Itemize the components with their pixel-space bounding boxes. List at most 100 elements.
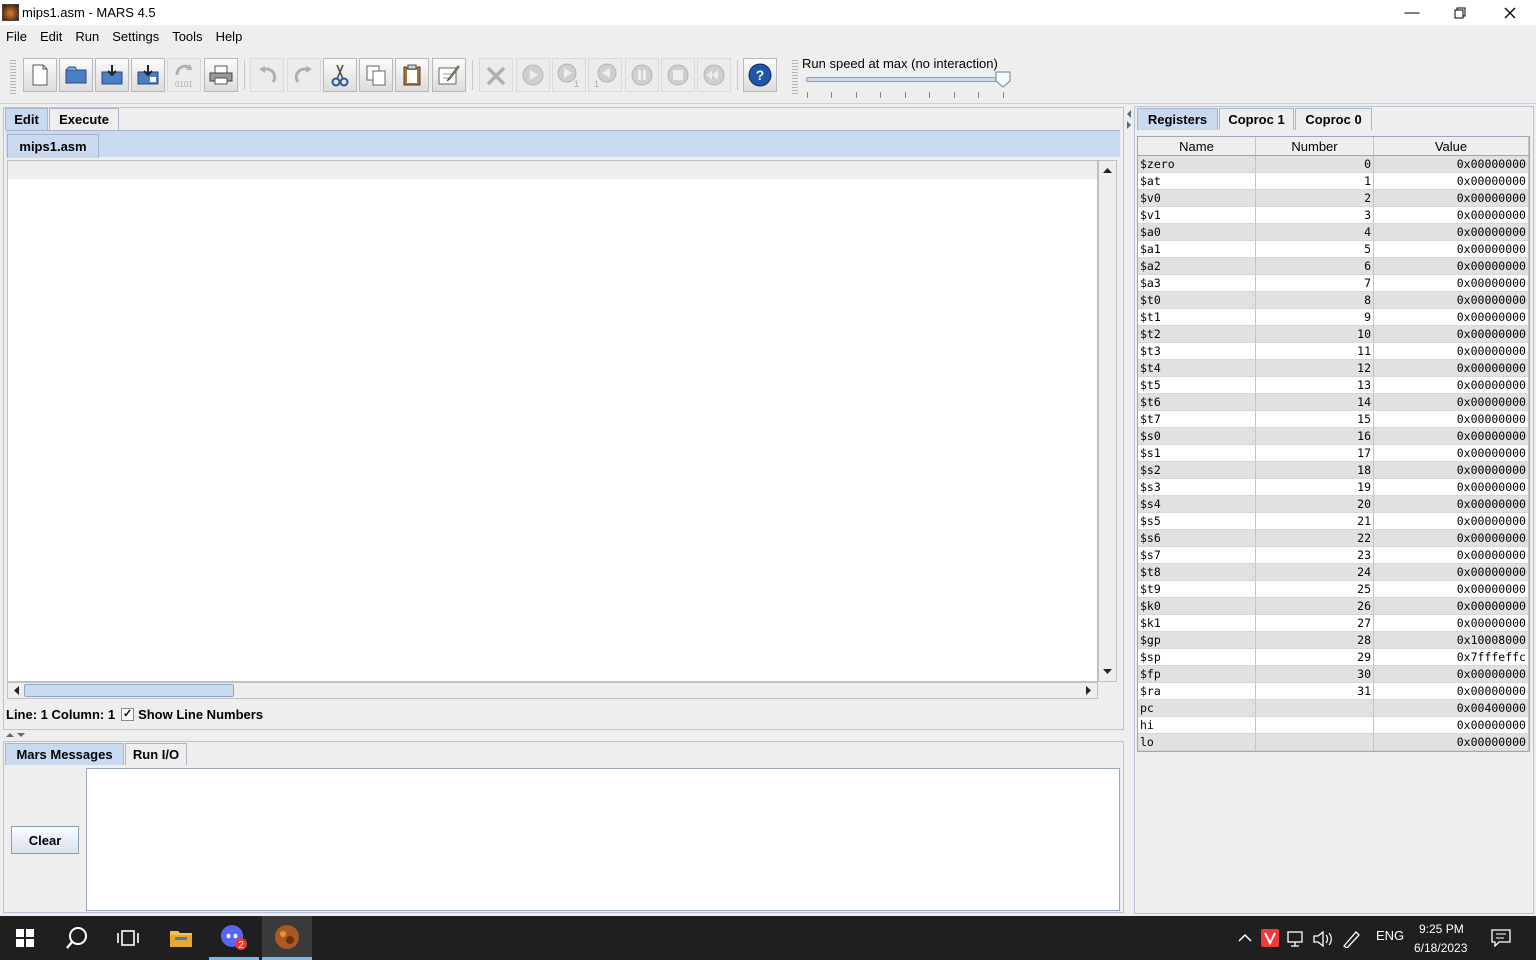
register-value[interactable]: 0x00000000 bbox=[1374, 513, 1529, 530]
clock-time[interactable]: 9:25 PM bbox=[1419, 922, 1464, 936]
register-value[interactable]: 0x00000000 bbox=[1374, 717, 1529, 734]
pen-icon[interactable] bbox=[1342, 930, 1362, 948]
register-value[interactable]: 0x7fffeffc bbox=[1374, 649, 1529, 666]
register-value[interactable]: 0x00000000 bbox=[1374, 564, 1529, 581]
print-button[interactable] bbox=[204, 58, 238, 92]
table-row[interactable]: $gp 28 0x10008000 bbox=[1138, 632, 1529, 649]
register-value[interactable]: 0x00000000 bbox=[1374, 666, 1529, 683]
step-button[interactable]: 1 bbox=[552, 58, 586, 92]
register-value[interactable]: 0x00000000 bbox=[1374, 258, 1529, 275]
search-button[interactable] bbox=[52, 916, 102, 960]
paste-button[interactable] bbox=[395, 58, 429, 92]
tab-execute[interactable]: Execute bbox=[49, 108, 119, 130]
table-row[interactable]: $a2 6 0x00000000 bbox=[1138, 258, 1529, 275]
table-row[interactable]: $sp 29 0x7fffeffc bbox=[1138, 649, 1529, 666]
table-row[interactable]: $k1 27 0x00000000 bbox=[1138, 615, 1529, 632]
table-row[interactable]: $t8 24 0x00000000 bbox=[1138, 564, 1529, 581]
table-row[interactable]: $a1 5 0x00000000 bbox=[1138, 241, 1529, 258]
run-speed-slider-thumb[interactable] bbox=[995, 71, 1011, 88]
register-value[interactable]: 0x00000000 bbox=[1374, 275, 1529, 292]
register-value[interactable]: 0x00000000 bbox=[1374, 734, 1529, 751]
table-row[interactable]: $ra 31 0x00000000 bbox=[1138, 683, 1529, 700]
register-value[interactable]: 0x00000000 bbox=[1374, 394, 1529, 411]
table-row[interactable]: $t9 25 0x00000000 bbox=[1138, 581, 1529, 598]
assemble-button[interactable] bbox=[479, 58, 513, 92]
redo-button[interactable] bbox=[287, 58, 321, 92]
clear-button[interactable]: Clear bbox=[11, 826, 79, 854]
table-row[interactable]: $s5 21 0x00000000 bbox=[1138, 513, 1529, 530]
minimize-button[interactable]: — bbox=[1388, 0, 1436, 25]
horizontal-scroll-thumb[interactable] bbox=[24, 684, 234, 697]
register-value[interactable]: 0x10008000 bbox=[1374, 632, 1529, 649]
volume-icon[interactable] bbox=[1312, 931, 1332, 947]
splitter-arrows-icon[interactable] bbox=[5, 731, 29, 739]
table-row[interactable]: hi 0x00000000 bbox=[1138, 717, 1529, 734]
scroll-up-icon[interactable] bbox=[1099, 163, 1116, 177]
register-value[interactable]: 0x00000000 bbox=[1374, 224, 1529, 241]
pause-button[interactable] bbox=[625, 58, 659, 92]
cut-button[interactable] bbox=[323, 58, 357, 92]
table-row[interactable]: $s0 16 0x00000000 bbox=[1138, 428, 1529, 445]
table-row[interactable]: $s1 17 0x00000000 bbox=[1138, 445, 1529, 462]
vertical-splitter[interactable] bbox=[1124, 107, 1134, 913]
menu-edit[interactable]: Edit bbox=[40, 29, 62, 44]
register-value[interactable]: 0x00000000 bbox=[1374, 309, 1529, 326]
register-value[interactable]: 0x00000000 bbox=[1374, 343, 1529, 360]
table-row[interactable]: $s7 23 0x00000000 bbox=[1138, 547, 1529, 564]
file-tab-mips1[interactable]: mips1.asm bbox=[7, 134, 99, 158]
register-value[interactable]: 0x00000000 bbox=[1374, 479, 1529, 496]
register-value[interactable]: 0x00000000 bbox=[1374, 683, 1529, 700]
mars-taskbar-button[interactable] bbox=[262, 916, 312, 960]
file-explorer-button[interactable] bbox=[156, 916, 206, 960]
table-row[interactable]: $t5 13 0x00000000 bbox=[1138, 377, 1529, 394]
copy-button[interactable] bbox=[359, 58, 393, 92]
scroll-right-icon[interactable] bbox=[1082, 683, 1096, 698]
table-row[interactable]: $t2 10 0x00000000 bbox=[1138, 326, 1529, 343]
register-value[interactable]: 0x00000000 bbox=[1374, 445, 1529, 462]
table-row[interactable]: $t6 14 0x00000000 bbox=[1138, 394, 1529, 411]
task-view-button[interactable] bbox=[103, 916, 153, 960]
menu-settings[interactable]: Settings bbox=[112, 29, 159, 44]
register-value[interactable]: 0x00000000 bbox=[1374, 173, 1529, 190]
table-row[interactable]: $a0 4 0x00000000 bbox=[1138, 224, 1529, 241]
register-value[interactable]: 0x00000000 bbox=[1374, 207, 1529, 224]
tab-registers[interactable]: Registers bbox=[1137, 108, 1218, 130]
table-row[interactable]: $t4 12 0x00000000 bbox=[1138, 360, 1529, 377]
tab-run-io[interactable]: Run I/O bbox=[125, 743, 187, 765]
toolbar-grip[interactable] bbox=[10, 58, 16, 94]
stop-button[interactable] bbox=[661, 58, 695, 92]
register-value[interactable]: 0x00000000 bbox=[1374, 156, 1529, 173]
splitter-arrows-icon[interactable] bbox=[1125, 109, 1133, 133]
tab-edit[interactable]: Edit bbox=[5, 108, 48, 130]
register-value[interactable]: 0x00000000 bbox=[1374, 581, 1529, 598]
show-line-numbers-label[interactable]: Show Line Numbers bbox=[138, 707, 263, 722]
column-header-value[interactable]: Value bbox=[1374, 137, 1529, 155]
table-row[interactable]: $s6 22 0x00000000 bbox=[1138, 530, 1529, 547]
register-value[interactable]: 0x00000000 bbox=[1374, 598, 1529, 615]
backstep-button[interactable]: 1 bbox=[588, 58, 622, 92]
table-row[interactable]: $t7 15 0x00000000 bbox=[1138, 411, 1529, 428]
table-row[interactable]: $t3 11 0x00000000 bbox=[1138, 343, 1529, 360]
register-value[interactable]: 0x00000000 bbox=[1374, 292, 1529, 309]
close-button[interactable] bbox=[1486, 0, 1534, 25]
table-row[interactable]: $s3 19 0x00000000 bbox=[1138, 479, 1529, 496]
run-button[interactable] bbox=[516, 58, 550, 92]
tab-mars-messages[interactable]: Mars Messages bbox=[5, 743, 124, 765]
table-row[interactable]: $v1 3 0x00000000 bbox=[1138, 207, 1529, 224]
register-value[interactable]: 0x00000000 bbox=[1374, 241, 1529, 258]
tab-coproc-1[interactable]: Coproc 1 bbox=[1219, 108, 1294, 130]
start-button[interactable] bbox=[0, 916, 50, 960]
register-value[interactable]: 0x00000000 bbox=[1374, 496, 1529, 513]
register-value[interactable]: 0x00000000 bbox=[1374, 530, 1529, 547]
menu-file[interactable]: File bbox=[6, 29, 27, 44]
menu-help[interactable]: Help bbox=[216, 29, 243, 44]
restore-button[interactable] bbox=[1436, 0, 1484, 25]
register-value[interactable]: 0x00000000 bbox=[1374, 326, 1529, 343]
show-line-numbers-checkbox[interactable]: ✓ bbox=[121, 707, 135, 721]
table-row[interactable]: $a3 7 0x00000000 bbox=[1138, 275, 1529, 292]
messages-text-area[interactable] bbox=[86, 768, 1120, 911]
open-button[interactable] bbox=[59, 58, 93, 92]
register-value[interactable]: 0x00000000 bbox=[1374, 377, 1529, 394]
register-value[interactable]: 0x00000000 bbox=[1374, 615, 1529, 632]
notifications-icon[interactable] bbox=[1491, 929, 1511, 947]
